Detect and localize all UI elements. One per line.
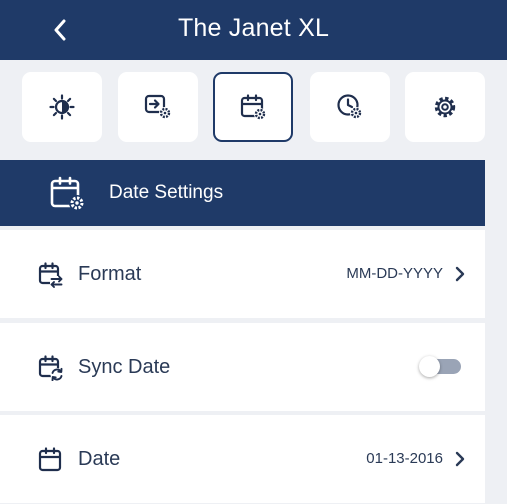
date-label: Date <box>78 448 121 470</box>
format-value: MM-DD-YYYY <box>346 265 443 282</box>
toggle-knob <box>419 356 440 377</box>
clock-settings-icon <box>337 94 362 119</box>
tab-time-settings[interactable] <box>310 72 390 142</box>
calendar-settings-icon <box>50 176 85 211</box>
calendar-icon <box>38 447 62 472</box>
section-title: Date Settings <box>109 182 224 203</box>
chevron-right-icon <box>455 266 465 282</box>
chevron-right-icon <box>455 451 465 467</box>
format-label: Format <box>78 263 142 285</box>
input-settings-icon <box>144 94 171 119</box>
brightness-icon <box>49 94 75 120</box>
tab-brightness[interactable] <box>22 72 102 142</box>
date-row[interactable]: Date 01-13-2016 <box>0 415 485 503</box>
calendar-swap-icon <box>38 262 64 288</box>
tab-input-settings[interactable] <box>118 72 198 142</box>
date-value: 01-13-2016 <box>366 450 443 467</box>
sync-date-row: Sync Date <box>0 323 485 411</box>
calendar-sync-icon <box>38 355 64 381</box>
section-header: Date Settings <box>0 160 485 226</box>
sync-date-label: Sync Date <box>78 356 171 378</box>
page-title: The Janet XL <box>177 14 330 42</box>
tab-general-settings[interactable] <box>405 72 485 142</box>
format-row[interactable]: Format MM-DD-YYYY <box>0 230 485 318</box>
app-header: The Janet XL <box>0 0 507 60</box>
settings-tab-bar <box>0 60 507 160</box>
gear-icon <box>434 96 456 118</box>
tab-date-settings[interactable] <box>213 72 293 142</box>
calendar-settings-icon <box>240 94 266 120</box>
sync-date-toggle[interactable] <box>419 356 461 377</box>
